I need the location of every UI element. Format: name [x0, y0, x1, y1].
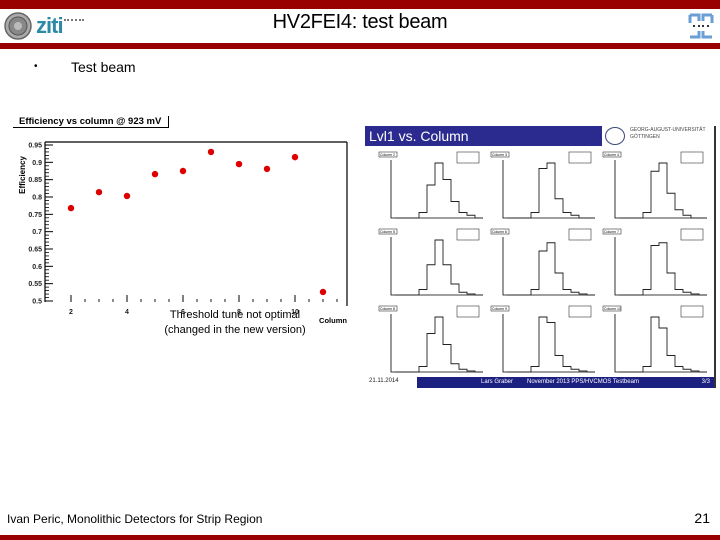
- x-axis-label: Column: [319, 316, 347, 325]
- histogram-panel: Column 9: [490, 305, 595, 373]
- goettingen-logo-icon: [605, 127, 625, 145]
- histogram-label: Column 6: [492, 230, 507, 234]
- y-tick-label: 0.65: [28, 247, 42, 254]
- histogram-bars: [395, 316, 483, 373]
- header-bottom-bar: [0, 43, 720, 49]
- footer-text: Ivan Peric, Monolithic Detectors for Str…: [7, 512, 263, 526]
- embedded-footer-event: November 2013 PPS/HVCMOS Testbeam: [527, 379, 639, 385]
- data-point: [235, 160, 243, 168]
- page-title: HV2FEI4: test beam: [272, 11, 448, 33]
- histogram-bars: [395, 162, 483, 219]
- histogram-stats-box: [680, 305, 704, 318]
- histogram-panel: Column 5: [378, 228, 483, 296]
- annotation-line-2: (changed in the new version): [164, 324, 306, 336]
- histogram-label: Column 7: [604, 230, 619, 234]
- chart-plot-area: 0.950.90.850.80.750.70.650.60.550.5 2468…: [18, 141, 348, 325]
- header-top-bar: [0, 0, 720, 9]
- y-axis-label: Efficiency: [18, 156, 27, 194]
- histogram-stats-box: [680, 228, 704, 241]
- x-tick-label: 4: [125, 309, 129, 316]
- histogram-panel: Column 2: [378, 151, 483, 219]
- footer-bar: [0, 535, 720, 540]
- histogram-stats-box: [568, 305, 592, 318]
- bullet-marker: •: [34, 61, 38, 72]
- histogram-panel: Column 8: [378, 305, 483, 373]
- efficiency-chart: Efficiency vs column @ 923 mV 0.95 0.9 0.8…: [0, 100, 360, 336]
- histogram-axes: [390, 314, 477, 373]
- histogram-panel: Column 4: [602, 151, 707, 219]
- histogram-axes: [390, 237, 477, 296]
- histogram-label: Column 2: [380, 153, 395, 157]
- histogram-axes: [390, 160, 477, 219]
- histogram-panel: Column 7: [602, 228, 707, 296]
- y-tick-label: 0.7: [32, 229, 42, 236]
- data-point: [151, 170, 159, 178]
- data-point: [207, 148, 215, 156]
- data-point: [95, 188, 103, 196]
- y-tick-label: 0.8: [32, 195, 42, 202]
- histogram-panel: Column 3: [490, 151, 595, 219]
- histogram-bars: [507, 316, 595, 373]
- histogram-stats-box: [568, 228, 592, 241]
- embedded-slide-title: Lvl1 vs. Column: [365, 126, 602, 146]
- embedded-footer-page: 3/3: [701, 379, 710, 385]
- institute-logo-icon: [688, 13, 714, 39]
- histogram-panel: Column 6: [490, 228, 595, 296]
- histogram-bars: [619, 316, 707, 373]
- histogram-label: Column 3: [492, 153, 507, 157]
- embedded-footer-author: Lars Graber: [481, 379, 514, 385]
- y-tick-label: 0.85: [28, 177, 42, 184]
- histogram-bars: [507, 162, 595, 219]
- histogram-bars: [395, 239, 483, 296]
- university-line-2: GÖTTINGEN: [630, 134, 660, 140]
- histogram-bars: [507, 242, 595, 296]
- data-point: [291, 153, 299, 161]
- y-tick-label: 0.9: [32, 160, 42, 167]
- data-point: [123, 192, 131, 200]
- histogram-label: Column 5: [380, 230, 395, 234]
- histogram-stats-box: [680, 151, 704, 164]
- histogram-label: Column 4: [604, 153, 619, 157]
- histogram-stats-box: [456, 151, 480, 164]
- histogram-bars: [619, 162, 707, 219]
- histogram-label: Column 8: [380, 307, 395, 311]
- histogram-label: Column 10: [604, 307, 621, 311]
- embedded-university-name: GEORG-AUGUST-UNIVERSITÄT GÖTTINGEN: [630, 127, 706, 141]
- histogram-stats-box: [456, 305, 480, 318]
- histogram-axes: [502, 237, 589, 296]
- histogram-label: Column 9: [492, 307, 507, 311]
- data-point: [179, 167, 187, 175]
- data-point: [67, 204, 75, 212]
- data-point: [263, 165, 271, 173]
- chart-annotation: Threshold tune not optimal (changed in t…: [150, 308, 320, 338]
- histogram-bars: [619, 242, 707, 296]
- x-tick-label: 2: [69, 309, 73, 316]
- y-tick-label: 0.95: [28, 143, 42, 150]
- histogram-stats-box: [568, 151, 592, 164]
- histogram-axes: [614, 160, 701, 219]
- data-point: [319, 288, 327, 296]
- histogram-panel: Column 10: [602, 305, 707, 373]
- bullet-text: Test beam: [71, 59, 136, 75]
- y-tick-label: 0.5: [32, 299, 42, 306]
- embedded-slide-footer: 21.11.2014 Lars Graber November 2013 PPS…: [365, 377, 714, 388]
- embedded-slide-image: Lvl1 vs. Column GEORG-AUGUST-UNIVERSITÄT…: [365, 126, 716, 388]
- histogram-axes: [614, 314, 701, 373]
- embedded-footer-bar: Lars Graber November 2013 PPS/HVCMOS Tes…: [417, 377, 714, 388]
- y-tick-label: 0.6: [32, 264, 42, 271]
- university-line-1: GEORG-AUGUST-UNIVERSITÄT: [630, 127, 706, 133]
- page-number: 21: [694, 510, 710, 526]
- y-tick-label: 0.75: [28, 212, 42, 219]
- histogram-stats-box: [456, 228, 480, 241]
- histogram-axes: [502, 314, 589, 373]
- embedded-footer-date: 21.11.2014: [369, 378, 399, 384]
- annotation-line-1: Threshold tune not optimal: [169, 309, 301, 321]
- y-tick-label: 0.55: [28, 281, 42, 288]
